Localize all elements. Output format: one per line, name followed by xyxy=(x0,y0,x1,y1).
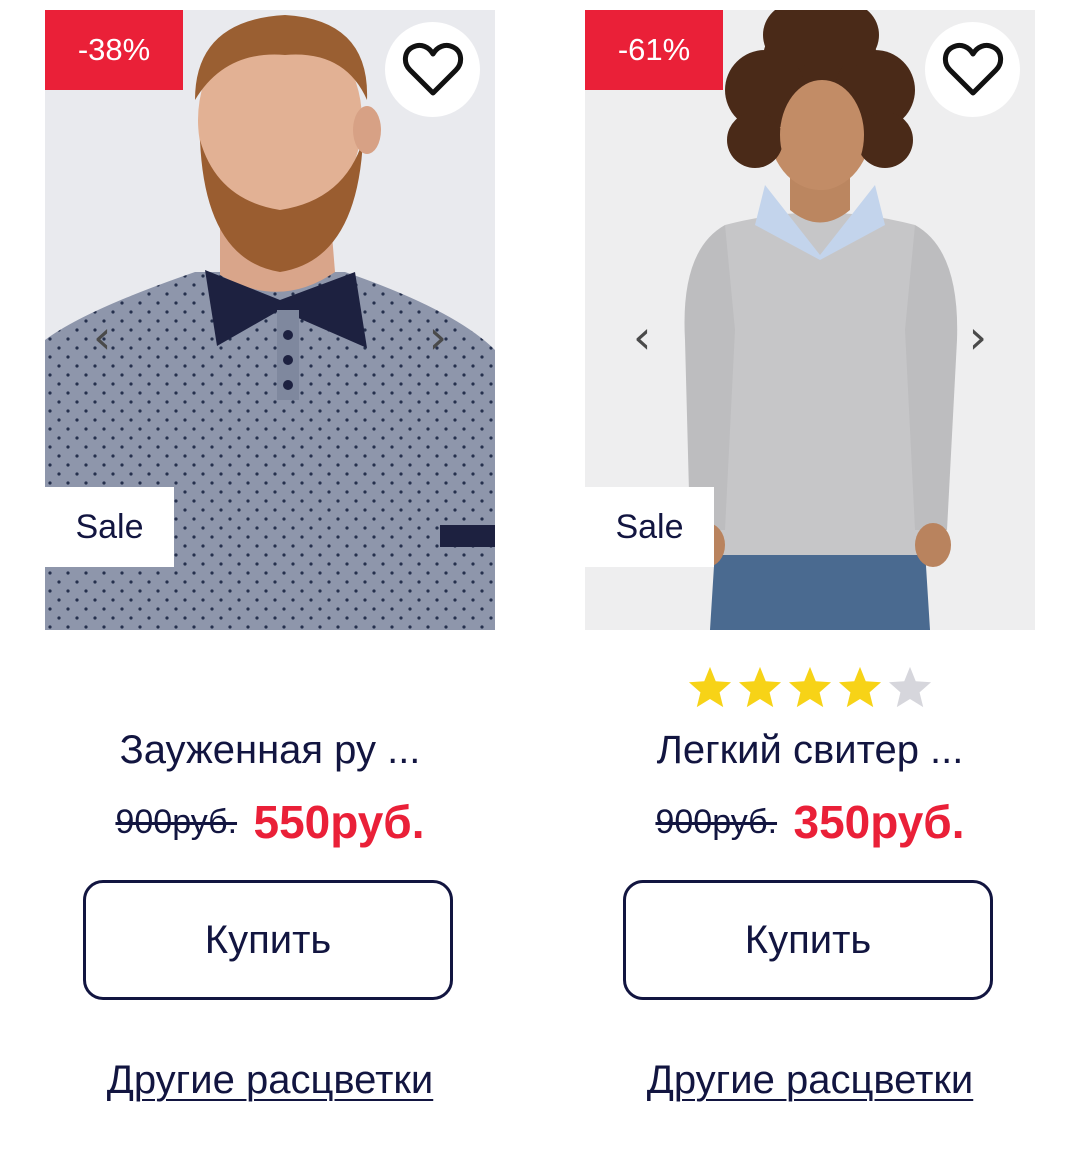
heart-outline-icon xyxy=(402,42,463,95)
chevron-right-icon[interactable]: › xyxy=(429,310,447,364)
buy-button[interactable]: Купить xyxy=(83,880,453,1000)
old-price: 900руб. xyxy=(655,802,778,841)
price-block: 900руб. 350руб. xyxy=(585,795,1035,849)
other-colors-link[interactable]: Другие расцветки xyxy=(585,1058,1035,1103)
product-card: -38% ‹ › Sale Зауженная ру ... 900руб. 5… xyxy=(45,10,495,1140)
discount-badge: -61% xyxy=(585,10,723,90)
favorite-button[interactable] xyxy=(385,22,480,117)
old-price: 900руб. xyxy=(115,802,238,841)
discount-badge: -38% xyxy=(45,10,183,90)
star-icon xyxy=(788,666,832,708)
product-card: -61% ‹ › Sale Легкий свитер ... 900руб. … xyxy=(585,10,1035,1140)
chevron-right-icon[interactable]: › xyxy=(969,310,987,364)
other-colors-link[interactable]: Другие расцветки xyxy=(45,1058,495,1103)
star-icon xyxy=(738,666,782,708)
favorite-button[interactable] xyxy=(925,22,1020,117)
sale-price: 550руб. xyxy=(253,796,425,848)
star-icon xyxy=(838,666,882,708)
star-rating xyxy=(585,665,1035,710)
sale-tag: Sale xyxy=(585,487,714,567)
sale-price: 350руб. xyxy=(793,796,965,848)
product-title[interactable]: Легкий свитер ... xyxy=(585,728,1035,773)
heart-outline-icon xyxy=(942,42,1003,95)
price-block: 900руб. 550руб. xyxy=(45,795,495,849)
product-title[interactable]: Зауженная ру ... xyxy=(45,728,495,773)
chevron-left-icon[interactable]: ‹ xyxy=(633,310,651,364)
sale-tag: Sale xyxy=(45,487,174,567)
chevron-left-icon[interactable]: ‹ xyxy=(93,310,111,364)
buy-button[interactable]: Купить xyxy=(623,880,993,1000)
star-icon xyxy=(688,666,732,708)
star-icon xyxy=(888,666,932,708)
